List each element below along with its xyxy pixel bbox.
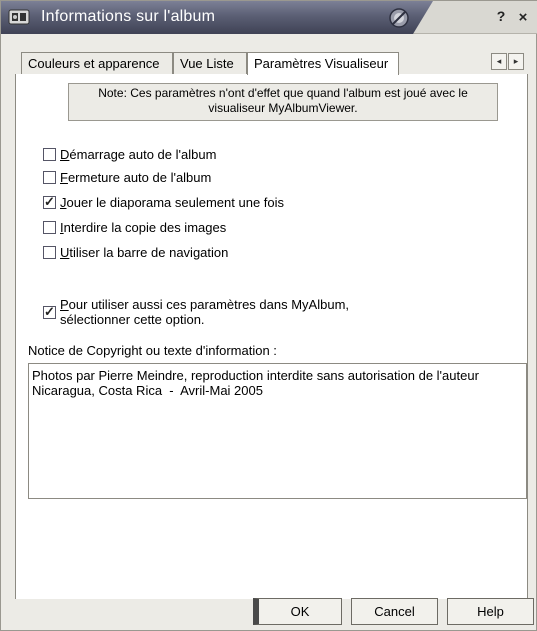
option-demarrage-auto[interactable]: Démarrage auto de l'album [43, 146, 216, 162]
option-jouer-diaporama-une-fois[interactable]: Jouer le diaporama seulement une fois [43, 194, 284, 210]
checkbox[interactable] [43, 245, 56, 259]
note-line-2: visualiseur MyAlbumViewer. [208, 101, 358, 115]
tab-parametres-visualiseur[interactable]: Paramètres Visualiseur [247, 52, 399, 75]
option-interdire-copie-images[interactable]: Interdire la copie des images [43, 219, 226, 235]
option-label: Pour utiliser aussi ces paramètres dans … [60, 297, 350, 327]
help-button[interactable]: Help [447, 598, 534, 625]
tab-couleurs-apparence[interactable]: Couleurs et apparence [21, 52, 173, 74]
title-bar[interactable]: Informations sur l'album ? × [1, 1, 537, 34]
tab-scroll-left-icon[interactable]: ◂ [491, 53, 507, 70]
ok-button[interactable]: OK [253, 598, 342, 625]
cancel-button[interactable]: Cancel [351, 598, 438, 625]
tab-scroll-right-icon[interactable]: ▸ [508, 53, 524, 70]
option-barre-navigation[interactable]: Utiliser la barre de navigation [43, 244, 228, 260]
tab-vue-liste[interactable]: Vue Liste [173, 52, 247, 74]
checkbox[interactable] [43, 220, 56, 234]
film-reel-icon [8, 9, 30, 25]
option-label: Jouer le diaporama seulement une fois [60, 194, 285, 210]
checkbox[interactable] [43, 170, 56, 184]
help-title-button[interactable]: ? [493, 8, 509, 26]
checkbox[interactable] [43, 304, 56, 320]
option-label: Démarrage auto de l'album [60, 146, 217, 162]
tab-strip: Couleurs et apparence Vue Liste Paramètr… [1, 52, 537, 75]
note-line-1: Note: Ces paramètres n'ont d'effet que q… [98, 86, 468, 100]
option-label: Interdire la copie des images [60, 219, 227, 235]
option-label: Utiliser la barre de navigation [60, 244, 229, 260]
theme-orb-icon[interactable] [389, 8, 409, 28]
checkbox[interactable] [43, 194, 56, 210]
tab-label: Paramètres Visualiseur [254, 56, 389, 71]
option-label: Fermeture auto de l'album [60, 169, 212, 185]
checkbox[interactable] [43, 147, 56, 161]
tab-label: Couleurs et apparence [28, 56, 160, 71]
viewer-note: Note: Ces paramètres n'ont d'effet que q… [68, 83, 498, 121]
window-title: Informations sur l'album [41, 8, 216, 25]
close-button[interactable]: × [514, 9, 532, 27]
album-info-dialog: Informations sur l'album ? × Couleurs et… [0, 0, 537, 631]
option-fermeture-auto[interactable]: Fermeture auto de l'album [43, 169, 211, 185]
tab-label: Vue Liste [180, 56, 234, 71]
option-utiliser-dans-myalbum[interactable]: Pour utiliser aussi ces paramètres dans … [43, 297, 349, 327]
notice-label: Notice de Copyright ou texte d'informati… [28, 343, 277, 358]
copyright-notice-textarea[interactable]: Photos par Pierre Meindre, reproduction … [28, 363, 527, 499]
